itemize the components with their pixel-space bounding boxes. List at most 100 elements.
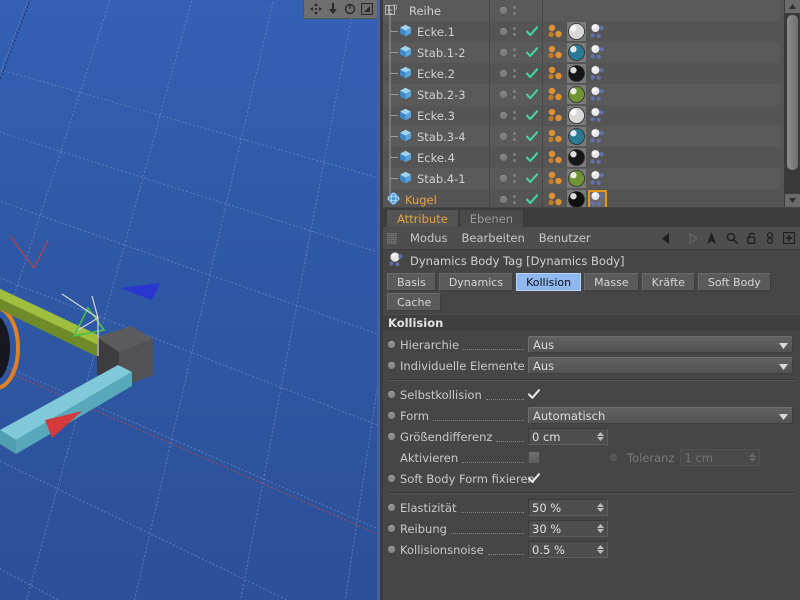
object-name-cell[interactable]: Stab.4-1: [383, 168, 489, 189]
enabled-checkmark-icon[interactable]: [526, 152, 542, 163]
object-row[interactable]: Ecke.2: [383, 63, 780, 84]
field-control[interactable]: 0.5 %: [528, 541, 608, 558]
attribute-tab-ebenen[interactable]: Ebenen: [460, 210, 523, 227]
add-icon[interactable]: [783, 232, 795, 244]
enabled-checkmark-icon[interactable]: [526, 173, 542, 184]
attribute-fields[interactable]: Hierarchie Aus Individuelle Elemente Aus…: [383, 331, 800, 560]
dynamics-body-tag-icon[interactable]: [588, 43, 607, 62]
property-tab-dynamics[interactable]: Dynamics: [439, 273, 513, 291]
visibility-dots[interactable]: [490, 153, 526, 162]
up-arrow-icon[interactable]: [706, 232, 717, 244]
material-tag-icon[interactable]: [567, 64, 586, 83]
tag-cell[interactable]: [543, 43, 780, 62]
field-control[interactable]: 30 %: [528, 520, 608, 537]
field-anim-dot-icon[interactable]: [388, 341, 395, 348]
scroll-up-icon[interactable]: [785, 0, 800, 13]
object-row[interactable]: Stab.4-1: [383, 168, 780, 189]
forward-arrow-icon[interactable]: [684, 233, 697, 244]
field-anim-dot-icon[interactable]: [388, 504, 395, 511]
drag-grip-icon[interactable]: [387, 233, 397, 244]
chevron-down-icon[interactable]: [779, 409, 788, 423]
dynamics-body-tag-icon[interactable]: [588, 190, 607, 207]
object-label[interactable]: Ecke.2: [417, 67, 455, 81]
dynamics-body-tag-icon[interactable]: [588, 169, 607, 188]
checkbox-aktivieren[interactable]: [528, 452, 540, 464]
tag-cell[interactable]: [543, 64, 780, 83]
visibility-dots[interactable]: [490, 6, 526, 15]
visibility-toggle-icon[interactable]: [500, 28, 507, 35]
object-label[interactable]: Stab.2-3: [417, 88, 466, 102]
field-control[interactable]: [528, 473, 540, 485]
link-icon[interactable]: [766, 232, 774, 244]
scroll-down-icon[interactable]: [785, 194, 800, 207]
visibility-dots[interactable]: [490, 69, 526, 78]
editor-render-dots-icon[interactable]: [513, 174, 516, 183]
property-tabs[interactable]: BasisDynamicsKollisionMasseKräfteSoft Bo…: [383, 271, 800, 311]
editor-render-dots-icon[interactable]: [513, 132, 516, 141]
visibility-dots[interactable]: [490, 195, 526, 204]
editor-render-dots-icon[interactable]: [513, 153, 516, 162]
enabled-checkmark-icon[interactable]: [526, 26, 542, 37]
attribute-manager-tabbar[interactable]: AttributeEbenen: [383, 208, 800, 227]
number-input-elastizitaet[interactable]: 50 %: [528, 499, 608, 516]
visibility-toggle-icon[interactable]: [500, 91, 507, 98]
object-label[interactable]: Stab.1-2: [417, 46, 466, 60]
scrollbar-thumb[interactable]: [787, 15, 798, 170]
property-tab-masse[interactable]: Masse: [584, 273, 638, 291]
object-label[interactable]: Stab.4-1: [417, 172, 466, 186]
spinner-icon[interactable]: [749, 453, 756, 462]
dynamics-connector-tag-icon[interactable]: [546, 169, 565, 188]
field-control[interactable]: Aus: [528, 336, 793, 353]
object-label[interactable]: Stab.3-4: [417, 130, 466, 144]
dynamics-body-tag-icon[interactable]: [588, 127, 607, 146]
object-row[interactable]: Stab.1-2: [383, 42, 780, 63]
object-row[interactable]: Stab.3-4: [383, 126, 780, 147]
field-anim-dot-icon[interactable]: [610, 454, 617, 461]
editor-render-dots-icon[interactable]: [513, 69, 516, 78]
visibility-toggle-icon[interactable]: [500, 175, 507, 182]
tag-cell[interactable]: [543, 148, 780, 167]
object-row[interactable]: Kugel: [383, 189, 780, 207]
visibility-toggle-icon[interactable]: [500, 70, 507, 77]
dynamics-body-tag-icon[interactable]: [588, 106, 607, 125]
visibility-toggle-icon[interactable]: [500, 7, 507, 14]
object-manager-scrollbar[interactable]: [784, 0, 800, 207]
visibility-toggle-icon[interactable]: [500, 49, 507, 56]
back-arrow-icon[interactable]: [662, 233, 675, 244]
object-label[interactable]: Kugel: [405, 193, 437, 207]
chevron-down-icon[interactable]: [779, 359, 788, 373]
property-tab-krafte[interactable]: Kräfte: [642, 273, 695, 291]
dynamics-connector-tag-icon[interactable]: [546, 64, 565, 83]
material-tag-icon[interactable]: [567, 127, 586, 146]
object-name-cell[interactable]: Stab.3-4: [383, 126, 489, 147]
object-manager[interactable]: 0Reihe Ecke.1 Stab.1-2 Ecke.2 Stab.2-3: [383, 0, 800, 207]
material-tag-icon[interactable]: [567, 85, 586, 104]
property-tab-basis[interactable]: Basis: [387, 273, 436, 291]
number-input-toleranz[interactable]: 1 cm: [680, 449, 760, 466]
visibility-dots[interactable]: [490, 27, 526, 36]
dynamics-connector-tag-icon[interactable]: [546, 22, 565, 41]
object-name-cell[interactable]: Kugel: [383, 189, 489, 207]
dropdown-hierarchie[interactable]: Aus: [528, 336, 793, 353]
dynamics-body-tag-icon[interactable]: [588, 64, 607, 83]
object-row[interactable]: Ecke.4: [383, 147, 780, 168]
field-control[interactable]: Aus: [528, 357, 793, 374]
field-control[interactable]: Automatisch: [528, 407, 793, 424]
scale-icon[interactable]: [327, 3, 339, 15]
field-anim-dot-icon[interactable]: [388, 546, 395, 553]
dynamics-connector-tag-icon[interactable]: [546, 106, 565, 125]
object-row[interactable]: Ecke.3: [383, 105, 780, 126]
attribute-tab-attribute[interactable]: Attribute: [387, 210, 458, 227]
dynamics-connector-tag-icon[interactable]: [546, 127, 565, 146]
dynamics-connector-tag-icon[interactable]: [546, 85, 565, 104]
field-anim-dot-icon[interactable]: [388, 391, 395, 398]
field-control[interactable]: [528, 452, 540, 464]
property-tab-soft-body[interactable]: Soft Body: [698, 273, 771, 291]
enabled-checkmark-icon[interactable]: [526, 47, 542, 58]
field-anim-dot-icon[interactable]: [388, 525, 395, 532]
editor-render-dots-icon[interactable]: [513, 90, 516, 99]
object-row[interactable]: Stab.2-3: [383, 84, 780, 105]
property-tab-cache[interactable]: Cache: [387, 293, 441, 311]
object-name-cell[interactable]: Ecke.1: [383, 21, 489, 42]
spinner-icon[interactable]: [597, 545, 604, 554]
